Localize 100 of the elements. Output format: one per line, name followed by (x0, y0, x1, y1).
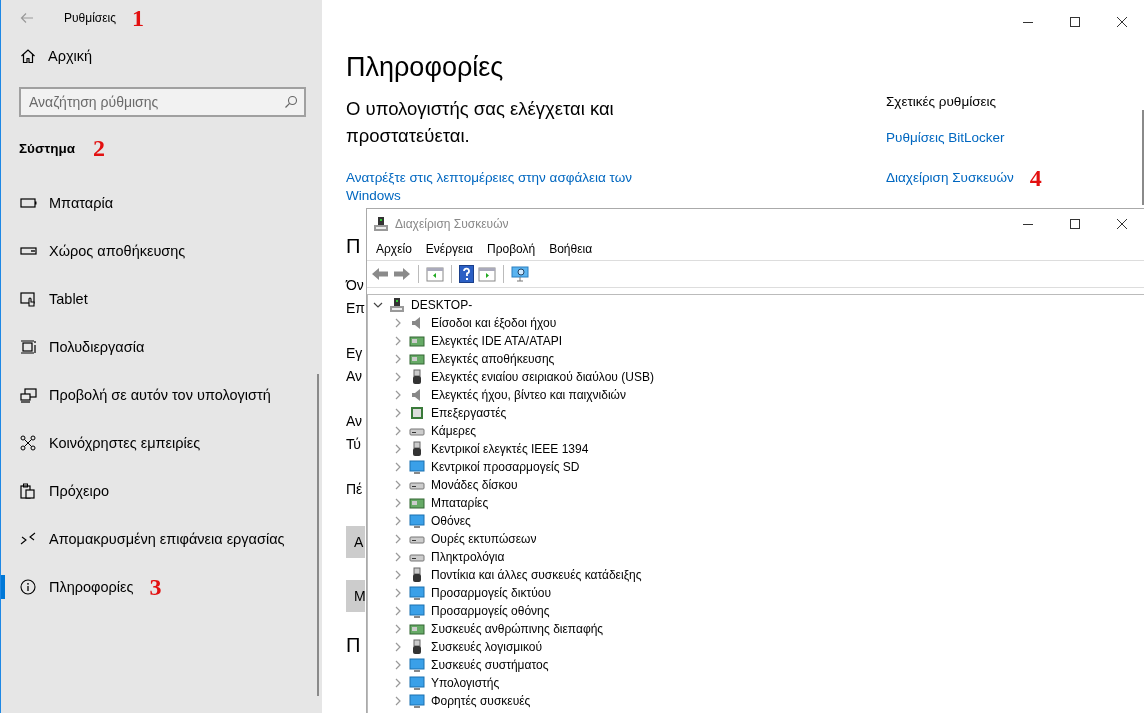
menu-item[interactable]: Προβολή (486, 242, 536, 256)
tree-item[interactable]: Κεντρικοί ελεγκτές IEEE 1394 (431, 442, 589, 456)
tree-item[interactable]: DESKTOP- (411, 298, 473, 312)
expand-icon[interactable] (393, 408, 403, 418)
tree-item[interactable]: Φορητές συσκευές (431, 694, 531, 708)
nav-item[interactable]: Tablet (49, 291, 88, 307)
expand-icon[interactable] (393, 318, 403, 328)
monitor-icon (409, 459, 425, 475)
tree-item[interactable]: Συσκευές λογισμικού (431, 640, 542, 654)
expand-icon[interactable] (393, 498, 403, 508)
scrollbar[interactable] (1142, 110, 1144, 205)
expand-icon[interactable] (393, 426, 403, 436)
info-label: Εγ (346, 345, 363, 363)
tablet-icon (20, 291, 37, 307)
tree-item[interactable]: Ελεγκτές ενιαίου σειριακού διαύλου (USB) (431, 370, 654, 384)
expand-icon[interactable] (393, 552, 403, 562)
maximize-icon[interactable] (1069, 217, 1081, 230)
device-card-icon (409, 621, 425, 637)
settings-link[interactable]: Ρυθμίσεις BitLocker (886, 129, 1005, 145)
computer-icon (389, 297, 405, 313)
help-icon[interactable] (459, 265, 474, 283)
info-label: Αν (346, 368, 363, 386)
nav-item[interactable]: Κοινόχρηστες εμπειρίες (49, 435, 201, 451)
expand-icon[interactable] (393, 588, 403, 598)
monitor-scan-icon[interactable] (511, 266, 529, 282)
tree-item[interactable]: Πληκτρολόγια (431, 550, 505, 564)
monitor-icon (409, 585, 425, 601)
expand-icon[interactable] (393, 660, 403, 670)
expand-icon[interactable] (393, 336, 403, 346)
info-label: Αν (346, 413, 363, 431)
tree-item[interactable]: Μπαταρίες (431, 496, 489, 510)
expand-icon[interactable] (393, 534, 403, 544)
menu-item[interactable]: Βοήθεια (549, 242, 593, 256)
collapse-icon[interactable] (373, 300, 383, 310)
nav-item[interactable]: Προβολή σε αυτόν τον υπολογιστή (49, 387, 271, 403)
expand-icon[interactable] (393, 462, 403, 472)
home-icon (20, 48, 36, 64)
expand-icon[interactable] (393, 570, 403, 580)
chip-icon (409, 405, 425, 421)
close-icon[interactable] (1116, 217, 1128, 230)
expand-icon[interactable] (393, 516, 403, 526)
clipboard-icon (20, 483, 37, 499)
tree-item[interactable]: Ποντίκια και άλλες συσκευές κατάδειξης (431, 568, 642, 582)
tree-item[interactable]: Είσοδοι και έξοδοι ήχου (431, 316, 557, 330)
expand-icon[interactable] (393, 624, 403, 634)
back-icon[interactable] (20, 12, 34, 24)
maximize-icon[interactable] (1069, 16, 1081, 28)
expand-icon[interactable] (393, 390, 403, 400)
expand-icon[interactable] (393, 642, 403, 652)
tree-item[interactable]: Ελεγκτές IDE ATA/ATAPI (431, 334, 563, 348)
nav-item[interactable]: Μπαταρία (49, 195, 114, 211)
back-arrow-icon[interactable] (371, 267, 389, 281)
menu-item[interactable]: Αρχείο (376, 242, 412, 256)
monitor-icon (409, 657, 425, 673)
expand-icon[interactable] (393, 372, 403, 382)
nav-item[interactable]: Πληροφορίες (49, 579, 134, 595)
remote-icon (20, 531, 37, 547)
nav-item[interactable]: Αρχική (1, 36, 322, 76)
nav-item[interactable]: Χώρος αποθήκευσης (49, 243, 186, 259)
tree-item[interactable]: Ελεγκτές ήχου, βίντεο και παιχνιδιών (431, 388, 626, 402)
tree-item[interactable]: Προσαρμογείς δικτύου (431, 586, 551, 600)
menu-item[interactable]: Ενέργεια (425, 242, 473, 256)
tree-item[interactable]: Ουρές εκτυπώσεων (431, 532, 537, 546)
tree-item[interactable]: Μονάδες δίσκου (431, 478, 518, 492)
tree-item[interactable]: Συσκευές ανθρώπινης διεπαφής (431, 622, 604, 636)
button[interactable]: Α (346, 526, 365, 558)
scrollbar[interactable] (317, 374, 319, 696)
search-field[interactable]: Αναζήτηση ρύθμισης (19, 87, 306, 117)
expand-icon[interactable] (393, 444, 403, 454)
tree-item[interactable]: Επεξεργαστές (431, 406, 507, 420)
device-card-icon (409, 495, 425, 511)
computer-icon (373, 215, 389, 232)
forward-arrow-icon[interactable] (393, 267, 411, 281)
annotation-number: 3 (149, 575, 162, 599)
tree-item[interactable]: Οθόνες (431, 514, 471, 528)
nav-item[interactable]: Πολυδιεργασία (49, 339, 145, 355)
expand-icon[interactable] (393, 696, 403, 706)
share-icon (20, 435, 37, 451)
properties-panel-icon[interactable] (426, 266, 444, 282)
info-icon (20, 579, 37, 595)
tree-item[interactable]: Κεντρικοί προσαρμογείς SD (431, 460, 580, 474)
protection-status: Ο υπολογιστής σας ελέγχεται και προστατεύεται. (346, 97, 615, 148)
close-icon[interactable] (1116, 16, 1128, 28)
nav-item[interactable]: Πρόχειρο (49, 483, 109, 499)
security-link[interactable]: Ανατρέξτε στις λεπτομέρειες στην ασφάλεια των Windows (346, 169, 666, 205)
tree-item[interactable]: Υπολογιστής (431, 676, 500, 690)
tree-item[interactable]: Ελεγκτές αποθήκευσης (431, 352, 555, 366)
expand-icon[interactable] (393, 678, 403, 688)
tree-item[interactable]: Κάμερες (431, 424, 477, 438)
nav-item[interactable]: Απομακρυσμένη επιφάνεια εργασίας (49, 531, 285, 547)
button[interactable]: Μ (346, 580, 365, 612)
settings-link[interactable]: Διαχείριση Συσκευών (886, 169, 1014, 185)
expand-icon[interactable] (393, 354, 403, 364)
expand-icon[interactable] (393, 480, 403, 490)
related-settings-heading: Σχετικές ρυθμίσεις (886, 94, 997, 109)
tree-item[interactable]: Προσαρμογείς οθόνης (431, 604, 550, 618)
monitor-icon (409, 513, 425, 529)
tree-item[interactable]: Συσκευές συστήματος (431, 658, 549, 672)
projection-icon (20, 387, 37, 403)
expand-icon[interactable] (393, 606, 403, 616)
